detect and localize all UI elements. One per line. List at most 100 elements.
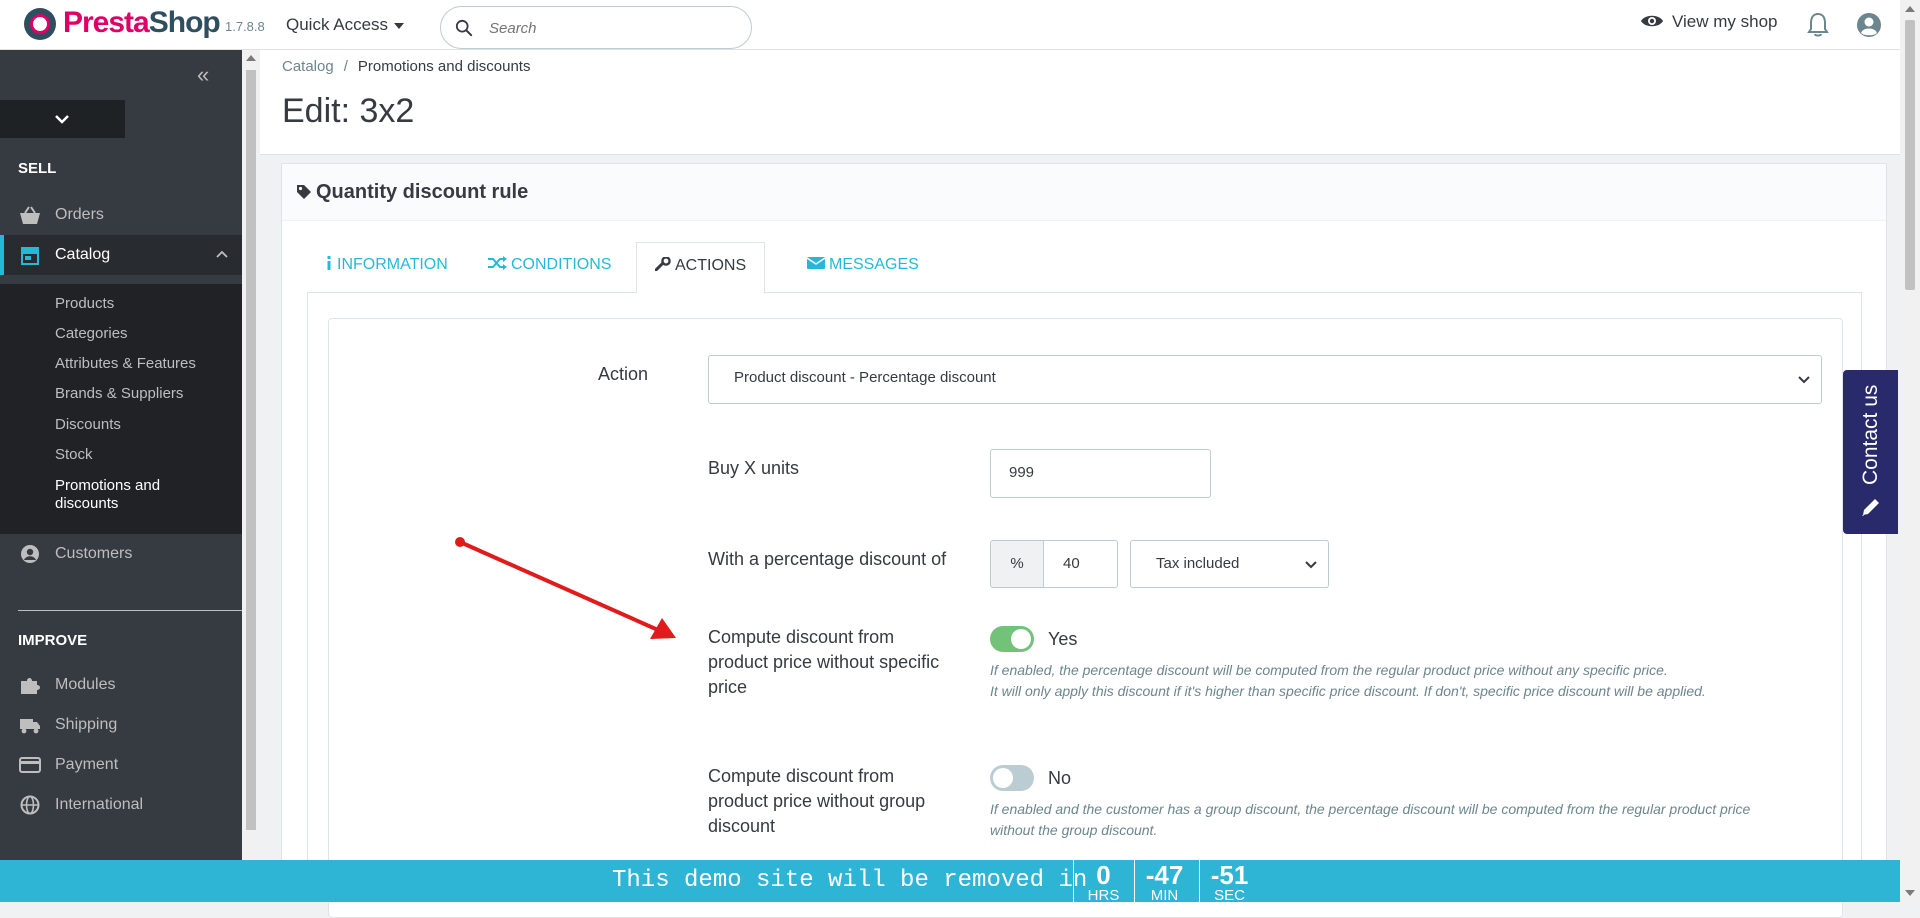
hours-unit: HRS xyxy=(1087,887,1120,904)
countdown-seconds: -51 SEC xyxy=(1199,860,1259,904)
tab-label: CONDITIONS xyxy=(511,256,612,273)
sidebar-item-label: International xyxy=(55,796,144,813)
actions-form: Action Product discount - Percentage dis… xyxy=(328,318,1843,918)
contact-us-label: Contact us xyxy=(1859,384,1882,486)
chevron-down-icon xyxy=(1798,376,1810,384)
user-circle-icon xyxy=(21,545,39,563)
page-title: Edit: 3x2 xyxy=(282,92,415,130)
submenu-promotions-discounts[interactable]: Promotions and discounts xyxy=(55,477,160,513)
submenu-stock[interactable]: Stock xyxy=(55,446,93,464)
sidebar-item-customers[interactable]: Customers xyxy=(0,534,242,574)
submenu-products[interactable]: Products xyxy=(55,295,114,313)
submenu-brands-suppliers[interactable]: Brands & Suppliers xyxy=(55,385,183,403)
page-header: Catalog / Promotions and discounts Edit: 3… xyxy=(260,50,1900,155)
brand-name[interactable]: PrestaShop xyxy=(63,6,221,40)
breadcrumb-separator: / xyxy=(343,58,348,75)
breadcrumb-catalog[interactable]: Catalog xyxy=(282,58,334,75)
tab-bar: INFORMATION CONDITIONS ACTIONS MESSAGES xyxy=(307,242,1862,294)
sidebar-item-orders[interactable]: Orders xyxy=(0,195,242,235)
tab-label: INFORMATION xyxy=(337,256,448,273)
catalog-submenu: Products Categories Attributes & Feature… xyxy=(0,284,242,534)
top-header: PrestaShop 1.7.8.8 Quick Access View my … xyxy=(0,0,1900,50)
scroll-up-arrow-icon[interactable] xyxy=(1905,6,1915,12)
submenu-attributes-features[interactable]: Attributes & Features xyxy=(55,355,196,373)
breadcrumb: Catalog / Promotions and discounts xyxy=(282,58,530,75)
sidebar-item-label: Modules xyxy=(55,676,116,693)
search-box[interactable] xyxy=(440,6,752,49)
sidebar-scrollbar[interactable] xyxy=(242,50,260,860)
search-input[interactable] xyxy=(489,17,729,39)
store-icon xyxy=(21,247,39,265)
help-line: without the group discount. xyxy=(990,822,1158,838)
compute-specific-toggle[interactable] xyxy=(990,626,1034,652)
contact-us-tab[interactable]: Contact us xyxy=(1843,370,1898,534)
sidebar-item-payment[interactable]: Payment xyxy=(0,745,242,785)
sidebar-item-catalog[interactable]: Catalog xyxy=(0,235,242,275)
chevron-down-icon xyxy=(1305,561,1317,569)
sidebar-item-label: Payment xyxy=(55,756,119,773)
submenu-label-line1: Promotions and xyxy=(55,477,161,494)
countdown-minutes: -47 MIN xyxy=(1134,860,1194,904)
percent-addon: % xyxy=(990,540,1044,588)
demo-banner-text: This demo site will be removed in xyxy=(612,867,1088,894)
scroll-down-arrow-icon[interactable] xyxy=(1905,890,1915,896)
compute-group-help: If enabled and the customer has a group … xyxy=(990,799,1750,841)
view-my-shop-link[interactable]: View my shop xyxy=(1640,12,1778,32)
puzzle-icon xyxy=(21,678,40,694)
tab-actions[interactable]: ACTIONS xyxy=(636,242,766,294)
tab-information[interactable]: INFORMATION xyxy=(307,242,466,293)
basket-icon xyxy=(20,206,40,224)
bell-icon[interactable] xyxy=(1806,12,1830,38)
search-icon[interactable] xyxy=(455,19,473,37)
section-sell: SELL xyxy=(18,160,57,177)
sidebar-item-label: Shipping xyxy=(55,716,118,733)
seconds-unit: SEC xyxy=(1214,887,1245,904)
buy-x-units-input[interactable]: 999 xyxy=(990,449,1211,498)
pencil-icon xyxy=(1862,499,1879,516)
tab-messages[interactable]: MESSAGES xyxy=(789,242,937,293)
wrench-icon xyxy=(655,257,671,271)
tax-select[interactable]: Tax included xyxy=(1130,540,1329,588)
user-account-icon[interactable] xyxy=(1856,12,1882,38)
submenu-discounts[interactable]: Discounts xyxy=(55,416,121,434)
page-scrollbar[interactable] xyxy=(1900,0,1920,902)
brand-part1: Presta xyxy=(63,6,150,39)
brand-part2: Shop xyxy=(148,6,221,39)
compute-specific-label: Compute discount from product price witho… xyxy=(708,625,958,700)
sidebar-item-international[interactable]: International xyxy=(0,785,242,825)
action-select[interactable]: Product discount - Percentage discount xyxy=(708,355,1822,404)
page-scroll-thumb[interactable] xyxy=(1905,20,1915,290)
collapse-sidebar-icon[interactable]: « xyxy=(197,64,217,86)
tag-icon xyxy=(297,185,311,199)
eye-icon xyxy=(1641,15,1663,27)
sidebar-item-shipping[interactable]: Shipping xyxy=(0,705,242,745)
tab-label: MESSAGES xyxy=(829,256,919,273)
version-label: 1.7.8.8 xyxy=(225,19,265,34)
toggle-knob xyxy=(1011,629,1031,649)
minutes-unit: MIN xyxy=(1150,887,1179,904)
shuffle-icon xyxy=(488,256,507,270)
info-icon xyxy=(327,256,331,270)
help-line: It will only apply this discount if it's… xyxy=(990,683,1706,699)
sidebar-item-modules[interactable]: Modules xyxy=(0,665,242,705)
sidebar-scroll-thumb[interactable] xyxy=(246,70,256,830)
sidebar-divider xyxy=(18,610,242,611)
employee-dropdown[interactable] xyxy=(0,100,125,138)
compute-group-state: No xyxy=(1048,768,1072,788)
quick-access-dropdown[interactable]: Quick Access xyxy=(286,15,405,35)
demo-banner: This demo site will be removed in 0 HRS -… xyxy=(0,860,1900,904)
compute-group-toggle[interactable] xyxy=(990,765,1034,791)
compute-specific-state: Yes xyxy=(1048,629,1078,649)
panel-title: Quantity discount rule xyxy=(316,181,529,203)
sidebar-item-label: Orders xyxy=(55,206,104,223)
percentage-input[interactable]: 40 xyxy=(1043,540,1118,588)
countdown-hours: 0 HRS xyxy=(1073,860,1133,904)
submenu-categories[interactable]: Categories xyxy=(55,325,128,343)
prestashop-logo[interactable] xyxy=(24,8,56,40)
scroll-up-arrow-icon[interactable] xyxy=(246,55,256,61)
globe-icon xyxy=(20,795,40,815)
label-line: product price without group xyxy=(708,791,926,811)
quantity-discount-panel: Quantity discount rule INFORMATION CONDI… xyxy=(281,163,1887,918)
label-line: Compute discount from xyxy=(708,627,895,647)
tab-conditions[interactable]: CONDITIONS xyxy=(469,242,629,293)
